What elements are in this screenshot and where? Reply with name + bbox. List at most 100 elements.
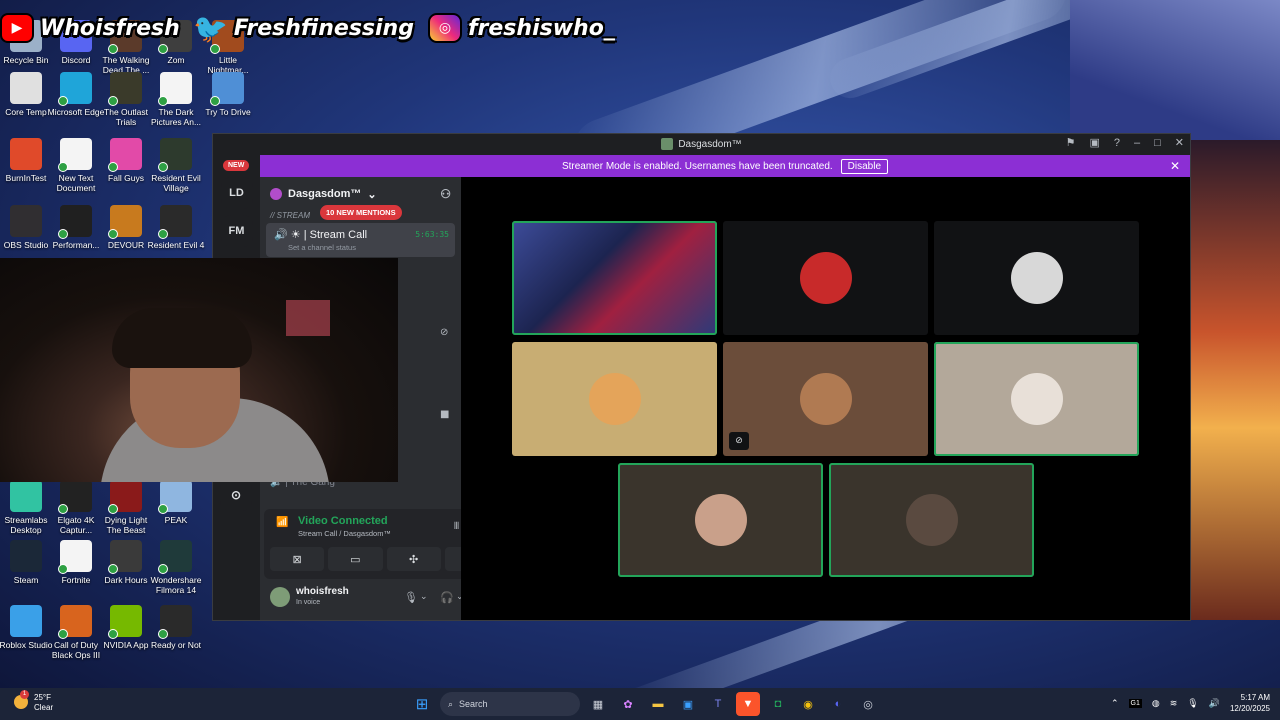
task-view-icon[interactable]: ▦ xyxy=(586,692,610,716)
mute-icon[interactable]: ⊘ xyxy=(440,327,448,338)
copilot-icon[interactable]: ✿ xyxy=(616,692,640,716)
taskbar-clock[interactable]: 5:17 AM 12/20/2025 xyxy=(1230,692,1270,714)
desktop-icon[interactable]: Try To Drive xyxy=(199,72,257,117)
set-channel-status[interactable]: Set a channel status xyxy=(288,243,356,252)
channel-category[interactable]: // STREAM 10 NEW MENTIONS xyxy=(260,205,461,221)
steam-icon[interactable]: ◎ xyxy=(856,692,880,716)
sync-check-icon xyxy=(108,504,118,514)
invite-people-icon[interactable]: ⚇ xyxy=(440,187,451,201)
search-placeholder: Search xyxy=(459,699,488,709)
store-icon[interactable]: ▣ xyxy=(676,692,700,716)
desktop-icon[interactable]: The Dark Pictures An... xyxy=(147,72,205,127)
weather-badge: 1 xyxy=(20,690,29,699)
app-icon xyxy=(10,72,42,104)
screen-share-button[interactable]: ▭ xyxy=(328,547,383,571)
avatar xyxy=(905,494,958,546)
app-icon xyxy=(10,138,42,170)
youtube-icon: ▶ xyxy=(0,13,34,43)
app-icon xyxy=(108,138,142,172)
headphones-icon[interactable]: 🎧 xyxy=(440,591,454,604)
weather-temp: 25°F xyxy=(34,693,51,702)
close-banner-icon[interactable]: ✕ xyxy=(1170,159,1180,173)
participant-video-tile[interactable] xyxy=(829,463,1034,577)
call-timer: 5:63:35 xyxy=(415,230,449,239)
app-icon xyxy=(108,540,142,574)
chrome-icon[interactable]: ◉ xyxy=(796,692,820,716)
user-status: In voice xyxy=(296,599,321,606)
sync-check-icon xyxy=(58,564,68,574)
minimize-button[interactable]: – xyxy=(1134,137,1140,149)
participant-video-tile[interactable]: ⊘ xyxy=(723,342,928,456)
maximize-button[interactable]: □ xyxy=(1154,137,1161,149)
server-fm[interactable]: FM xyxy=(220,215,253,247)
flag-icon[interactable]: ⚑ xyxy=(1066,136,1076,149)
sync-check-icon xyxy=(210,96,220,106)
network-icon[interactable]: ◍ xyxy=(1152,698,1160,709)
twitter-icon: 🐦 xyxy=(193,11,229,45)
participant-video-tile[interactable] xyxy=(934,221,1139,335)
participant-video-tile[interactable] xyxy=(934,342,1139,456)
voice-channel-stream-call[interactable]: 🔊 ☀ | Stream Call Set a channel status 5… xyxy=(266,223,455,257)
mic-icon[interactable]: 🎙 xyxy=(1187,698,1198,709)
avatar xyxy=(588,373,641,425)
window-title: Dasgasdom™ xyxy=(678,138,742,150)
help-icon[interactable]: ? xyxy=(1114,137,1120,149)
desktop-icon[interactable]: Resident Evil Village xyxy=(147,138,205,193)
category-label: // STREAM xyxy=(270,211,311,220)
signal-icon[interactable]: 📶 xyxy=(276,517,288,528)
desktop-icon-label: Ready or Not xyxy=(150,640,202,650)
desktop-icon[interactable]: Resident Evil 4 xyxy=(147,205,205,250)
desktop-icon[interactable]: Ready or Not xyxy=(147,605,205,650)
teams-icon[interactable]: T xyxy=(706,692,730,716)
chevron-up-icon[interactable]: ⌃ xyxy=(1111,698,1119,709)
desktop-icon[interactable]: Wondershare Filmora 14 xyxy=(147,540,205,595)
sync-check-icon xyxy=(58,229,68,239)
tray-app-icon[interactable]: G1 xyxy=(1128,698,1142,708)
weather-widget[interactable]: 1 25°F Clear xyxy=(14,690,53,713)
camera-icon[interactable]: ■ xyxy=(440,409,449,420)
microphone-icon[interactable]: 🎙 xyxy=(404,591,418,604)
app-icon xyxy=(10,605,42,637)
activities-button[interactable]: ✣ xyxy=(386,547,441,571)
muted-mic-icon: ⊘ xyxy=(729,432,749,450)
taskbar-search[interactable]: ⌕ Search xyxy=(440,692,580,716)
start-button[interactable]: ⊞ xyxy=(410,692,434,716)
clock-date: 12/20/2025 xyxy=(1229,704,1270,713)
noise-suppression-icon[interactable]: 𝍫 xyxy=(454,519,459,536)
screen-share-icon[interactable]: ▣ xyxy=(1089,136,1099,149)
chevron-down-icon[interactable]: ⌄ xyxy=(420,591,428,602)
clock-time: 5:17 AM xyxy=(1240,693,1270,702)
new-badge[interactable]: NEW xyxy=(223,160,250,171)
discover-icon[interactable]: ⊙ xyxy=(220,479,252,511)
close-button[interactable]: ✕ xyxy=(1175,136,1184,149)
app-icon xyxy=(58,138,92,172)
sync-check-icon xyxy=(108,564,118,574)
app-icon xyxy=(10,480,42,512)
wifi-icon[interactable]: ≋ xyxy=(1170,698,1178,709)
app-icon xyxy=(158,480,192,514)
connection-location[interactable]: Stream Call / Dasgasdom™ xyxy=(298,529,391,538)
participant-video-tile[interactable] xyxy=(618,463,823,577)
camera-off-button[interactable]: ⊠ xyxy=(270,547,325,571)
discord-icon[interactable]: ◐ xyxy=(826,692,850,716)
brave-icon[interactable]: ▼ xyxy=(736,692,760,716)
participant-video-tile[interactable] xyxy=(512,342,717,456)
file-explorer-icon[interactable]: ▬ xyxy=(646,692,670,716)
participant-video-tile[interactable] xyxy=(512,221,717,335)
sync-check-icon xyxy=(58,162,68,172)
desktop-icon[interactable]: PEAK xyxy=(147,480,205,525)
app-icon xyxy=(58,480,92,514)
discord-taskbar-icon[interactable]: ◘ xyxy=(766,692,790,716)
app-icon xyxy=(210,72,244,106)
new-mentions-badge[interactable]: 10 NEW MENTIONS xyxy=(320,205,402,220)
connection-status[interactable]: Video Connected xyxy=(298,515,388,527)
webcam-overlay xyxy=(0,258,398,482)
disable-streamer-mode-button[interactable]: Disable xyxy=(840,158,889,174)
volume-icon[interactable]: 🔊 xyxy=(1209,698,1220,709)
username[interactable]: whoisfresh xyxy=(296,586,349,597)
participant-video-tile[interactable] xyxy=(723,221,928,335)
server-icon xyxy=(661,138,674,150)
avatar[interactable] xyxy=(270,587,290,607)
server-ld[interactable]: LD xyxy=(220,177,253,209)
twitter-handle: Freshfinessing xyxy=(233,15,414,41)
